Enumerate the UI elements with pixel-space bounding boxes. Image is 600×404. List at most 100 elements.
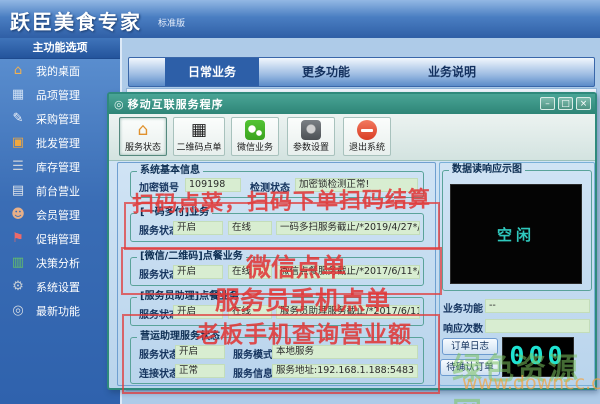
toolbar-button-label: 服务状态: [124, 143, 161, 153]
tabbar: 日常业务 更多功能 业务说明: [128, 57, 595, 87]
order-log-button[interactable]: 订单日志: [442, 338, 498, 355]
sidebar-item-label: 采购管理: [36, 113, 80, 126]
app-title: 跃臣美食专家: [10, 10, 142, 34]
application-window: 跃臣美食专家 标准版 主功能选项 ⌂ 我的桌面 ▦ 品项管理 ✎ 采购管理 ▣ …: [0, 0, 600, 404]
status-field: 开启: [175, 345, 225, 359]
business-function-field: --: [485, 299, 590, 313]
bar-chart-icon: ▥: [11, 255, 25, 270]
toolbar-button-label: 退出系统: [348, 143, 385, 153]
idle-status-text: 空闲: [496, 225, 535, 244]
online-field: 在线: [228, 265, 272, 279]
sidebar-item-label: 品项管理: [36, 89, 80, 102]
qrcode-icon: ▦: [190, 120, 208, 140]
sidebar-item-inventory-mgmt[interactable]: ☰ 库存管理: [0, 155, 120, 179]
gear-icon: [301, 120, 321, 140]
sidebar: 主功能选项 ⌂ 我的桌面 ▦ 品项管理 ✎ 采购管理 ▣ 批发管理 ☰ 库存管理…: [0, 38, 122, 404]
status-field: 开启: [173, 221, 223, 235]
toolbar-button-label: 二维码点单: [176, 143, 222, 153]
tab-more-functions[interactable]: 更多功能: [279, 58, 373, 86]
sidebar-item-label: 我的桌面: [36, 65, 80, 78]
dialog-titlebar[interactable]: ◎ 移动互联服务程序 – □ ×: [109, 94, 595, 114]
service-address-field: 服务地址:192.168.1.188:5483: [272, 364, 418, 378]
sidebar-item-label: 库存管理: [36, 161, 80, 174]
connection-status-field: 正常: [175, 364, 225, 378]
online-field: 在线: [228, 221, 272, 235]
sidebar-item-member-mgmt[interactable]: ☻ 会员管理: [0, 203, 120, 227]
sidebar-item-label: 会员管理: [36, 209, 80, 222]
exit-system-button[interactable]: 退出系统: [343, 117, 391, 156]
sidebar-item-frontdesk[interactable]: ▤ 前台营业: [0, 179, 120, 203]
monitor-screen: 空闲: [450, 184, 582, 284]
group-title: 系统基本信息: [140, 165, 200, 176]
exit-icon: [357, 120, 377, 140]
service-info-label: 服务信息: [233, 369, 273, 380]
toolbar-button-label: 参数设置: [292, 143, 329, 153]
wechat-icon: [245, 120, 265, 140]
status-field: 开启: [173, 265, 223, 279]
app-titlebar: 跃臣美食专家 标准版: [0, 0, 600, 38]
toolbar-button-label: 微信业务: [236, 143, 273, 153]
doc-magnifier-icon: ◎: [12, 303, 24, 318]
service-status-label: 服务状态: [139, 350, 179, 361]
service-mode-label: 服务模式: [233, 350, 273, 361]
home-icon: ⌂: [137, 120, 149, 140]
sidebar-item-my-desktop[interactable]: ⌂ 我的桌面: [0, 59, 120, 83]
sidebar-item-label: 批发管理: [36, 137, 80, 150]
group-title: [微信/二维码]点餐业务: [140, 251, 243, 262]
member-icon: ☻: [11, 207, 25, 222]
check-status-label: 检测状态: [250, 183, 290, 194]
truck-icon: ▣: [11, 135, 25, 150]
home-icon: ⌂: [13, 63, 23, 78]
service-status-button[interactable]: ⌂ 服务状态: [119, 117, 167, 156]
sidebar-item-label: 决策分析: [36, 257, 80, 270]
pending-order-count-led: 000: [502, 337, 574, 377]
sidebar-item-wholesale-mgmt[interactable]: ▣ 批发管理: [0, 131, 120, 155]
dialog-app-icon: ◎: [114, 97, 124, 111]
business-function-label: 业务功能: [443, 304, 483, 315]
dialog-toolbar: ⌂ 服务状态 ▦ 二维码点单 微信业务 参数设置 退出系统: [109, 114, 595, 161]
group-title: [服务员助理]点餐业务: [140, 291, 240, 302]
group-title: 数据读响应示图: [452, 164, 522, 175]
dialog-title: 移动互联服务程序: [127, 98, 224, 111]
service-mode-field: 本地服务: [272, 345, 418, 359]
sidebar-item-purchase-mgmt[interactable]: ✎ 采购管理: [0, 107, 120, 131]
response-count-label: 响应次数: [443, 324, 483, 335]
response-count-field: [485, 319, 590, 333]
app-edition-badge: 标准版: [158, 19, 186, 29]
tab-daily-business[interactable]: 日常业务: [165, 58, 259, 86]
service-info-field: 服务员助理服务截止/*2017/6/11*/: [276, 305, 420, 319]
sidebar-item-items-mgmt[interactable]: ▦ 品项管理: [0, 83, 120, 107]
online-field: 在线: [228, 305, 272, 319]
promotion-map-icon: ⚑: [12, 231, 24, 246]
group-title: 营运助理服务状态: [140, 331, 220, 342]
sidebar-item-label: 前台营业: [36, 185, 80, 198]
qrcode-order-button[interactable]: ▦ 二维码点单: [173, 117, 225, 156]
status-field: 开启: [173, 305, 223, 319]
sidebar-item-label: 最新功能: [36, 305, 80, 318]
sidebar-item-analysis[interactable]: ▥ 决策分析: [0, 251, 120, 275]
maximize-button[interactable]: □: [558, 97, 573, 110]
close-icon[interactable]: ×: [576, 97, 591, 110]
database-icon: ☰: [12, 159, 24, 174]
tab-business-help[interactable]: 业务说明: [405, 58, 499, 86]
sidebar-item-label: 系统设置: [36, 281, 80, 294]
grid-plus-icon: ▦: [11, 87, 25, 102]
sidebar-item-system-settings[interactable]: ⚙ 系统设置: [0, 275, 120, 299]
sidebar-item-new-features[interactable]: ◎ 最新功能: [0, 299, 120, 323]
shopping-cart-icon: ▤: [11, 183, 25, 198]
group-title: [一码多付]业务: [140, 207, 210, 218]
computer-icon: ⚙: [12, 279, 24, 294]
settings-button[interactable]: 参数设置: [287, 117, 335, 156]
minimize-button[interactable]: –: [540, 97, 555, 110]
lock-number-label: 加密锁号: [139, 183, 179, 194]
wechat-business-button[interactable]: 微信业务: [231, 117, 279, 156]
connection-status-label: 连接状态: [139, 369, 179, 380]
pending-orders-button[interactable]: 待确认订单: [440, 359, 500, 376]
check-status-field: 加密锁检测正常!: [295, 178, 418, 192]
document-pencil-icon: ✎: [12, 111, 24, 126]
lock-number-field: 109198: [185, 178, 241, 192]
service-info-field: 一码多扫服务截止/*2019/4/27*/: [276, 221, 420, 235]
service-info-field: 微信点餐服务截止/*2017/6/11*/: [276, 265, 420, 279]
sidebar-header: 主功能选项: [0, 38, 120, 59]
sidebar-item-promotion-mgmt[interactable]: ⚑ 促销管理: [0, 227, 120, 251]
